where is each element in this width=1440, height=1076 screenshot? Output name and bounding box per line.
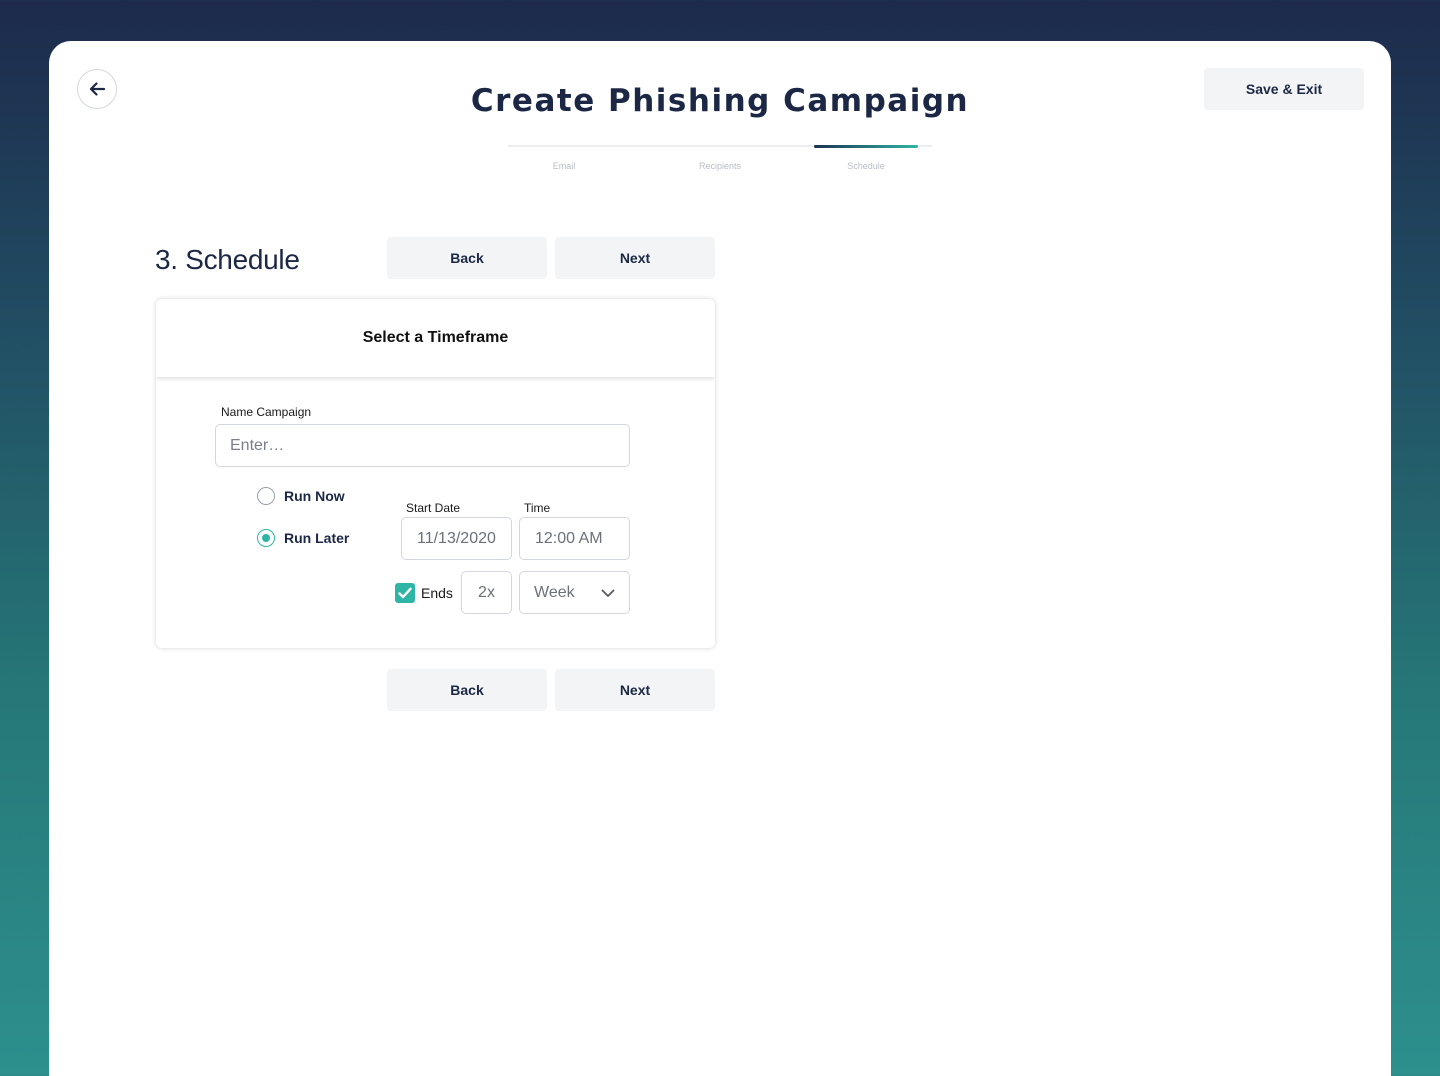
check-icon [398, 587, 412, 599]
step-schedule[interactable]: Schedule [847, 161, 885, 171]
main-card: Create Phishing Campaign Save & Exit Ema… [49, 41, 1391, 1076]
time-input[interactable]: 12:00 AM [519, 517, 630, 560]
time-value: 12:00 AM [535, 529, 603, 547]
run-later-option[interactable]: Run Later [257, 529, 349, 547]
run-now-label: Run Now [284, 488, 345, 504]
period-value: Week [534, 583, 575, 601]
step-email[interactable]: Email [553, 161, 576, 171]
name-campaign-label: Name Campaign [221, 405, 312, 419]
back-button-top[interactable]: Back [387, 237, 547, 279]
panel-title: Select a Timeframe [156, 299, 715, 377]
start-date-label: Start Date [406, 501, 461, 515]
name-campaign-input[interactable] [215, 424, 630, 467]
progress-stepper: Email Recipients Schedule [508, 145, 932, 185]
step-recipients[interactable]: Recipients [699, 161, 741, 171]
next-button-bottom[interactable]: Next [555, 669, 715, 711]
frequency-input[interactable]: 2x [461, 571, 512, 614]
next-button-top[interactable]: Next [555, 237, 715, 279]
back-button-bottom[interactable]: Back [387, 669, 547, 711]
page-title: Create Phishing Campaign [470, 83, 970, 119]
stepper-active-indicator [814, 145, 918, 148]
start-date-value: 11/13/2020 [417, 529, 496, 547]
ends-label: Ends [421, 585, 453, 601]
save-exit-button[interactable]: Save & Exit [1204, 68, 1364, 110]
run-now-radio[interactable] [257, 487, 275, 505]
chevron-down-icon [601, 589, 615, 597]
run-now-option[interactable]: Run Now [257, 487, 345, 505]
run-later-radio[interactable] [257, 529, 275, 547]
frequency-value: 2x [478, 583, 495, 601]
period-select[interactable]: Week [519, 571, 630, 614]
start-date-input[interactable]: 11/13/2020 [401, 517, 512, 560]
run-later-label: Run Later [284, 530, 350, 546]
ends-checkbox[interactable] [395, 583, 415, 603]
section-heading: 3. Schedule [155, 244, 300, 275]
timeframe-panel: Select a Timeframe Name Campaign Run Now… [156, 299, 715, 648]
time-label: Time [524, 501, 551, 515]
